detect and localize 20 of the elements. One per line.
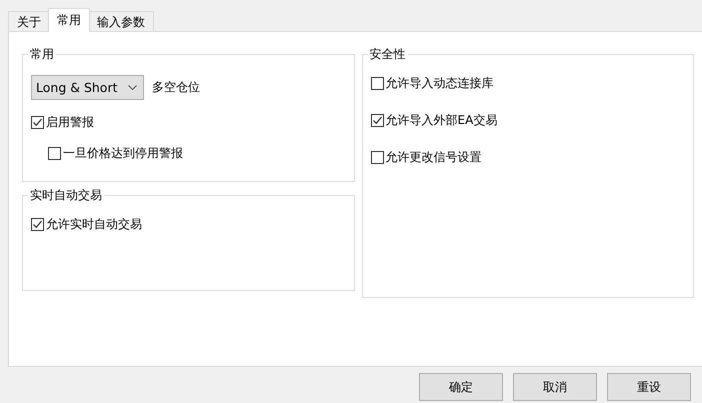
group-title: 实时自动交易 <box>28 187 104 204</box>
caret-icon <box>128 85 137 90</box>
checkbox[interactable]: 允许导入外部EA交易 <box>370 112 498 129</box>
dialog-button[interactable]: 取消 <box>513 373 597 401</box>
checkbox[interactable]: 启用警报 <box>31 114 94 131</box>
tab[interactable]: 关于 <box>8 11 50 32</box>
checkbox[interactable]: 允许更改信号设置 <box>370 149 482 166</box>
checkbox[interactable]: 一旦价格达到停用警报 <box>48 145 183 162</box>
checkbox[interactable]: 允许实时自动交易 <box>31 216 142 233</box>
tab[interactable]: 常用 <box>48 8 90 32</box>
checkmark-icon <box>32 117 43 128</box>
dialog-button[interactable]: 确定 <box>419 373 503 401</box>
group-title: 安全性 <box>368 46 408 63</box>
checkmark-icon <box>32 219 43 230</box>
checkmark-icon <box>372 115 382 126</box>
dropdown-label: 多空仓位 <box>152 79 200 96</box>
checkbox[interactable]: 允许导入动态连接库 <box>370 75 494 92</box>
position-dropdown[interactable]: Long & Short <box>31 75 144 100</box>
dialog-button[interactable]: 重设 <box>607 373 691 401</box>
tab[interactable]: 输入参数 <box>88 11 154 32</box>
